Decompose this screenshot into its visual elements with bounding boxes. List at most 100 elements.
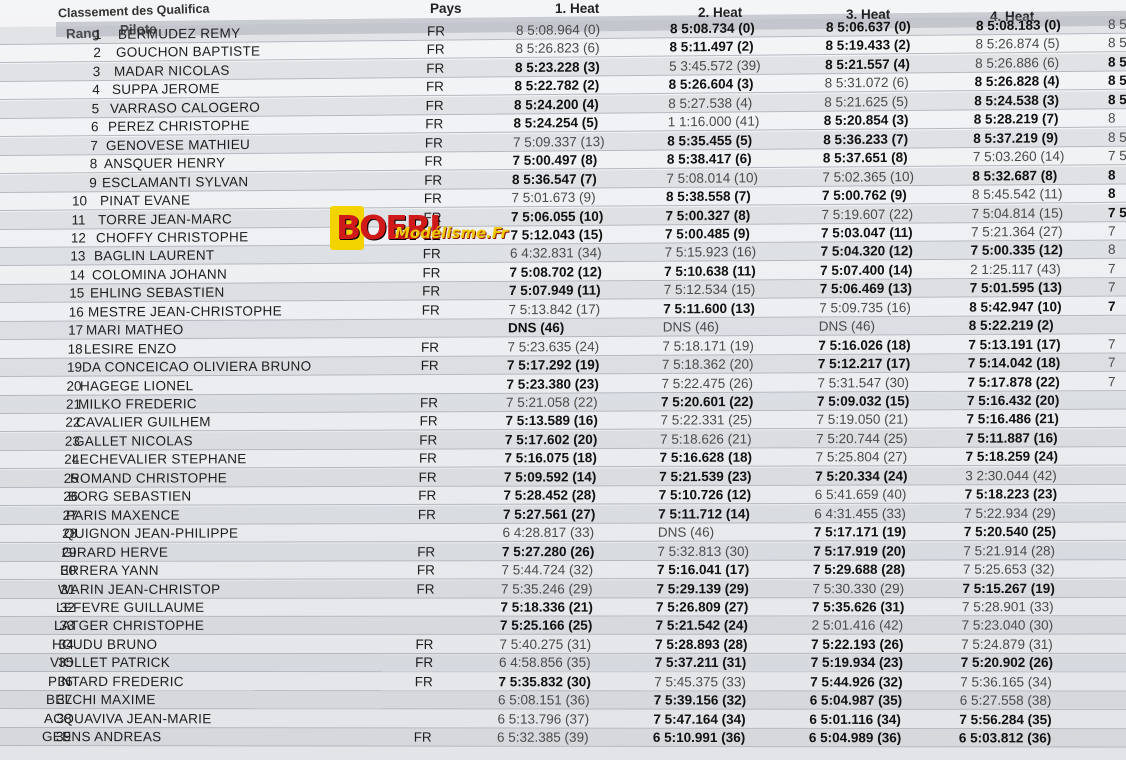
country-cell: FR: [416, 581, 435, 597]
heat-4-result: 7 5:11.887 (16): [966, 430, 1058, 446]
heat-2-result: DNS (46): [662, 319, 720, 335]
heat-2-result: 7 5:47.164 (34): [653, 711, 746, 727]
heat-2-result: 7 5:29.139 (29): [656, 580, 749, 596]
heat-3-result: 7 5:09.032 (15): [817, 393, 910, 409]
country-cell: FR: [420, 395, 438, 411]
pilot-name: BORG SEBASTIEN: [68, 488, 192, 505]
pilot-name: QUIGNON JEAN-PHILIPPE: [64, 525, 239, 542]
heat-3-result: 8 5:20.854 (3): [823, 112, 909, 129]
heat-5-result: 8: [1108, 185, 1116, 201]
rank-cell: 15: [69, 285, 85, 301]
pilot-name: VARRASO CALOGERO: [110, 99, 261, 116]
pilot-name: TORRE JEAN-MARC: [98, 210, 233, 227]
pilot-name: PARIS MAXENCE: [66, 507, 180, 523]
pilot-name: MARI MATHEO: [86, 322, 184, 338]
heat-2-result: 6 5:10.991 (36): [652, 730, 746, 746]
rank-cell: 5: [91, 100, 100, 116]
heat-4-result: 8 5:24.538 (3): [974, 92, 1059, 109]
pilot-name: EHLING SEBASTIEN: [90, 284, 225, 301]
heat-2-result: 7 5:12.534 (15): [663, 281, 756, 298]
pilot-name: HAGEGE LIONEL: [80, 377, 194, 394]
heat-3-result: 8 5:36.233 (7): [823, 131, 909, 147]
heat-4-result: 7 5:17.878 (22): [967, 373, 1060, 390]
heat-1-result: 7 5:00.497 (8): [512, 152, 598, 169]
heat-1-result: 7 5:23.635 (24): [507, 338, 600, 355]
heat-5-result: 7 5: [1108, 204, 1126, 220]
heat-4-result: 7 5:03.260 (14): [972, 148, 1065, 165]
country-cell: FR: [422, 265, 441, 281]
country-cell: FR: [420, 358, 439, 374]
heat-1-result: 7 5:44.724 (32): [501, 562, 594, 578]
pilot-name: ERRERA YANN: [60, 562, 159, 578]
country-cell: FR: [417, 543, 436, 559]
pilot-name: LATGER CHRISTOPHE: [54, 618, 205, 634]
heat-1-result: 7 5:35.832 (30): [498, 674, 591, 690]
heat-3-result: 7 5:16.026 (18): [818, 337, 911, 353]
pilot-name: DA CONCEICAO OLIVIERA BRUNO: [82, 358, 312, 375]
rank-cell: 10: [72, 193, 88, 209]
pilot-name: ESCLAMANTI SYLVAN: [102, 173, 249, 190]
rank-cell: 9: [89, 174, 97, 190]
heat-1-result: 7 5:17.292 (19): [507, 357, 600, 373]
heat-5-result: 7: [1108, 223, 1116, 239]
table-row: 34 HOUDU BRUNO FR 7 5:40.275 (31) 7 5:28.893…: [0, 636, 1126, 654]
heat-1-result: 6 4:32.831 (34): [510, 245, 602, 262]
pilot-name: MADAR NICOLAS: [114, 62, 230, 79]
heat-3-result: 7 5:06.469 (13): [819, 281, 912, 297]
heat-2-result: 7 5:10.638 (11): [664, 263, 756, 279]
heat-4-result: 7 5:56.284 (35): [959, 711, 1052, 727]
heat-3-result: 7 5:12.217 (17): [817, 355, 911, 372]
country-cell: FR: [425, 116, 444, 132]
country-cell: FR: [415, 636, 434, 652]
heat-2-result: 8 5:26.604 (3): [668, 76, 754, 93]
table-row: 23 GALLET NICOLAS FR 7 5:17.602 (20) 7 5:18.…: [0, 429, 1126, 451]
pilot-name: GOUCHON BAPTISTE: [116, 43, 261, 61]
header-heat-1: 1. Heat: [555, 1, 600, 16]
pilot-name: CAVALIER GUILHEM: [76, 414, 211, 431]
heat-3-result: 7 5:17.919 (20): [813, 543, 906, 559]
pilot-name: ANSQUER HENRY: [104, 155, 226, 172]
rank-cell: 8: [89, 156, 98, 172]
pilot-name: VIOLLET PATRICK: [50, 655, 171, 671]
logo-site: Modélisme.Fr: [395, 224, 508, 242]
heat-4-result: 6 5:03.812 (36): [958, 730, 1052, 746]
heat-1-result: 7 5:13.842 (17): [508, 301, 601, 317]
heat-1-result: 6 5:32.385 (39): [497, 729, 589, 745]
heat-4-result: 8 5:26.874 (5): [975, 36, 1060, 52]
document-title: Classement des Qualifica: [57, 1, 210, 21]
rank-cell: 4: [92, 82, 100, 98]
heat-4-result: 8 5:26.886 (6): [975, 54, 1060, 71]
country-cell: FR: [426, 60, 445, 76]
country-cell: FR: [419, 432, 438, 448]
heat-3-result: 7 5:07.400 (14): [820, 262, 913, 278]
table-row: 37 BELCHI MAXIME 6 5:08.151 (36) 7 5:39.156…: [0, 691, 1126, 711]
heat-3-result: 7 5:22.193 (26): [811, 636, 904, 652]
table-row: 28 QUIGNON JEAN-PHILIPPE 6 4:28.817 (33) DN…: [0, 523, 1126, 544]
heat-4-result: 3 2:30.044 (42): [965, 467, 1057, 484]
heat-5-result: 8: [1108, 167, 1116, 183]
heat-2-result: 7 5:18.362 (20): [661, 356, 754, 373]
heat-4-result: 7 5:18.259 (24): [965, 449, 1058, 465]
heat-4-result: 8 5:45.542 (11): [971, 186, 1063, 202]
heat-3-result: 7 5:09.735 (16): [819, 299, 911, 316]
heat-4-result: 7 5:00.335 (12): [970, 242, 1063, 259]
heat-3-result: 7 5:04.320 (12): [820, 243, 913, 260]
heat-1-result: 7 5:35.246 (29): [501, 580, 593, 597]
heat-2-result: 5 3:45.572 (39): [669, 57, 761, 74]
heat-2-result: 8 5:08.734 (0): [670, 20, 755, 37]
country-cell: FR: [425, 79, 444, 95]
heat-4-result: 7 5:21.914 (28): [963, 542, 1055, 559]
heat-1-result: 7 5:09.337 (13): [513, 133, 605, 150]
rank-cell: 16: [68, 304, 84, 320]
heat-1-result: 7 5:21.058 (22): [506, 394, 598, 410]
heat-4-result: 7 5:01.595 (13): [969, 280, 1062, 296]
heat-1-result: 7 5:28.452 (28): [503, 487, 596, 503]
table-row: 27 PARIS MAXENCE FR 7 5:27.561 (27) 7 5:11.7…: [0, 504, 1126, 525]
heat-2-result: 7 5:39.156 (32): [653, 692, 747, 708]
rank-cell: 1: [94, 26, 102, 43]
heat-2-result: 7 5:22.331 (25): [660, 412, 753, 428]
pilot-name: BERMUDEZ REMY: [118, 25, 241, 42]
heat-4-result: 7 5:20.540 (25): [963, 524, 1057, 540]
table-row: 39 GEENS ANDREAS FR 6 5:32.385 (39) 6 5:10.9…: [0, 728, 1126, 748]
header-pays: Pays: [430, 1, 462, 16]
